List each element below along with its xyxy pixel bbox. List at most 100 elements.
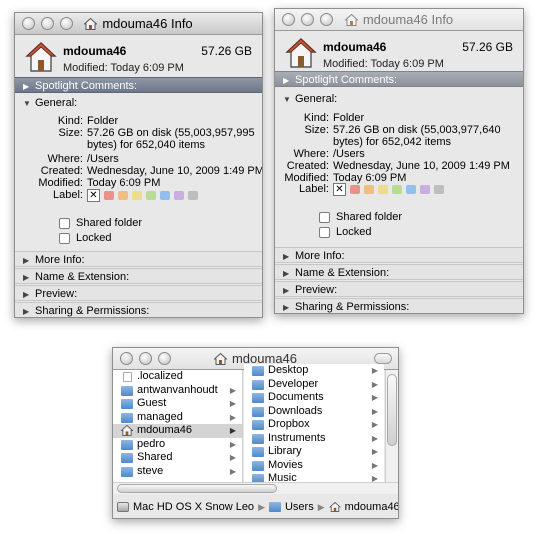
list-item[interactable]: Downloads ▶ xyxy=(244,405,384,419)
scroll-thumb[interactable] xyxy=(117,484,277,493)
scroll-thumb[interactable] xyxy=(387,374,397,446)
zoom-button[interactable] xyxy=(60,17,73,30)
title-bar[interactable]: mdouma46 Info xyxy=(275,9,523,31)
disclosure-triangle-icon: ▶ xyxy=(283,286,290,295)
label-purple[interactable] xyxy=(420,185,430,194)
folder-icon xyxy=(121,412,133,423)
list-item[interactable]: Shared ▶ xyxy=(113,451,242,465)
section-name-extension[interactable]: ▶ Name & Extension: xyxy=(275,264,523,280)
list-item[interactable]: managed ▶ xyxy=(113,411,242,425)
window-title: mdouma46 Info xyxy=(362,12,454,27)
window-controls xyxy=(282,13,333,26)
no-label-x-icon[interactable]: ✕ xyxy=(333,183,346,196)
section-name-extension[interactable]: ▶ Name & Extension: xyxy=(15,268,262,284)
list-item[interactable]: antwanvanhoudt ▶ xyxy=(113,384,242,398)
label-blue[interactable] xyxy=(160,191,170,200)
list-item[interactable]: Desktop ▶ xyxy=(244,364,384,378)
section-general[interactable]: ▼ General: xyxy=(275,91,523,107)
path-disk[interactable]: Mac HD OS X Snow Leo xyxy=(133,501,254,513)
label-green[interactable] xyxy=(392,185,402,194)
label-orange[interactable] xyxy=(364,185,374,194)
locked-checkbox[interactable] xyxy=(319,226,330,238)
item-size: 57.26 GB xyxy=(462,40,513,54)
item-name: mdouma46 xyxy=(63,44,127,58)
label-yellow[interactable] xyxy=(378,185,388,194)
list-item[interactable]: Guest ▶ xyxy=(113,397,242,411)
path-separator-icon: ▶ xyxy=(317,501,325,512)
label-gray[interactable] xyxy=(188,191,198,200)
section-spotlight-comments[interactable]: ▶ Spotlight Comments: xyxy=(15,77,262,93)
chevron-right-icon: ▶ xyxy=(371,406,378,416)
disclosure-triangle-icon: ▶ xyxy=(23,256,30,265)
section-more-info[interactable]: ▶ More Info: xyxy=(275,247,523,263)
users-column[interactable]: .localized antwanvanhoudt ▶ Guest ▶ manage… xyxy=(113,370,243,482)
list-item[interactable]: steve ▶ xyxy=(113,465,242,479)
label-yellow[interactable] xyxy=(132,191,142,200)
chevron-right-icon: ▶ xyxy=(371,447,378,456)
section-more-info[interactable]: ▶ More Info: xyxy=(15,251,262,267)
chevron-right-icon: ▶ xyxy=(371,379,378,389)
label-red[interactable] xyxy=(350,185,360,194)
chevron-right-icon: ▶ xyxy=(371,366,378,375)
list-item[interactable]: Movies ▶ xyxy=(244,459,384,473)
list-item[interactable]: Library ▶ xyxy=(244,445,384,459)
list-item-selected[interactable]: mdouma46 ▶ xyxy=(113,424,242,438)
toolbar-toggle-button[interactable] xyxy=(374,353,392,364)
label-row: Label: ✕ xyxy=(19,189,259,203)
label-purple[interactable] xyxy=(174,191,184,200)
label-gray[interactable] xyxy=(434,185,444,194)
home-icon xyxy=(344,14,358,26)
section-spotlight-comments[interactable]: ▶ Spotlight Comments: xyxy=(275,71,523,87)
path-home[interactable]: mdouma46 xyxy=(345,501,398,513)
section-general[interactable]: ▼ General: xyxy=(15,95,262,111)
chevron-right-icon: ▶ xyxy=(371,393,378,402)
home-icon xyxy=(213,353,227,365)
section-preview[interactable]: ▶ Preview: xyxy=(275,281,523,297)
home-column[interactable]: Desktop ▶ Developer ▶ Documents ▶ Downloads… xyxy=(244,364,384,482)
list-item[interactable]: Developer ▶ xyxy=(244,378,384,392)
label-green[interactable] xyxy=(146,191,156,200)
label-blue[interactable] xyxy=(406,185,416,194)
close-button[interactable] xyxy=(22,17,35,30)
minimize-button[interactable] xyxy=(301,13,314,26)
folder-icon xyxy=(252,420,264,430)
info-window-left: mdouma46 Info mdouma46 57.26 GB Modified… xyxy=(14,12,263,318)
locked-checkbox[interactable] xyxy=(59,232,70,244)
folder-icon xyxy=(121,439,133,450)
home-folder-icon xyxy=(25,42,57,72)
label-row: Label: ✕ xyxy=(275,183,521,197)
locked-option[interactable]: Locked xyxy=(59,232,111,244)
disclosure-triangle-icon: ▶ xyxy=(283,303,290,312)
window-controls xyxy=(120,352,171,365)
list-item[interactable]: Music ▶ xyxy=(244,472,384,482)
shared-folder-option[interactable]: Shared folder xyxy=(59,217,142,229)
folder-icon xyxy=(252,447,264,457)
list-item[interactable]: pedro ▶ xyxy=(113,438,242,452)
vertical-scrollbar[interactable] xyxy=(385,370,398,482)
section-sharing-permissions[interactable]: ▶ Sharing & Permissions: xyxy=(15,302,262,317)
list-item[interactable]: Dropbox ▶ xyxy=(244,418,384,432)
label-swatches: ✕ xyxy=(87,189,198,202)
no-label-x-icon[interactable]: ✕ xyxy=(87,189,100,202)
title-bar[interactable]: mdouma46 Info xyxy=(15,13,262,35)
section-preview[interactable]: ▶ Preview: xyxy=(15,285,262,301)
zoom-button[interactable] xyxy=(320,13,333,26)
shared-folder-checkbox[interactable] xyxy=(59,217,70,229)
label-orange[interactable] xyxy=(118,191,128,200)
list-item[interactable]: Documents ▶ xyxy=(244,391,384,405)
close-button[interactable] xyxy=(120,352,133,365)
locked-option[interactable]: Locked xyxy=(319,226,371,238)
shared-folder-checkbox[interactable] xyxy=(319,211,330,223)
shared-folder-option[interactable]: Shared folder xyxy=(319,211,402,223)
path-users[interactable]: Users xyxy=(285,501,314,513)
horizontal-scrollbar[interactable] xyxy=(113,482,398,494)
zoom-button[interactable] xyxy=(158,352,171,365)
item-size: 57.26 GB xyxy=(201,44,252,58)
minimize-button[interactable] xyxy=(41,17,54,30)
list-item[interactable]: .localized xyxy=(113,370,242,384)
label-red[interactable] xyxy=(104,191,114,200)
section-sharing-permissions[interactable]: ▶ Sharing & Permissions: xyxy=(275,298,523,313)
minimize-button[interactable] xyxy=(139,352,152,365)
list-item[interactable]: Instruments ▶ xyxy=(244,432,384,446)
close-button[interactable] xyxy=(282,13,295,26)
